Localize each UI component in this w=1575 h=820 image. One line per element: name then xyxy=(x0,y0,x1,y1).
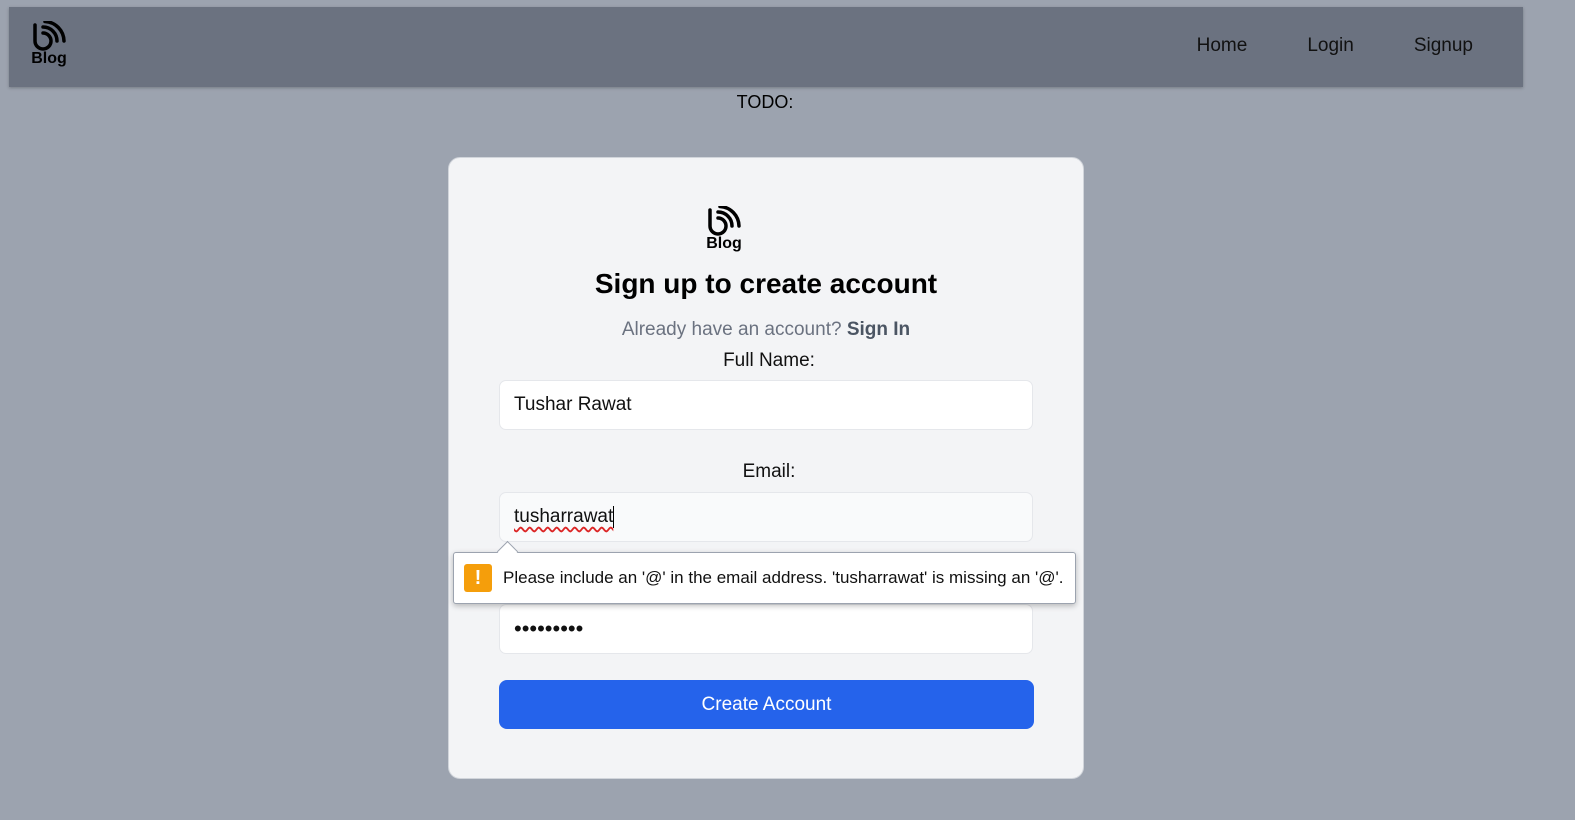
nav-home-link[interactable]: Home xyxy=(1197,35,1248,57)
password-value: ••••••••• xyxy=(514,616,584,641)
signin-prompt: Already have an account? Sign In xyxy=(449,319,1083,341)
full-name-input[interactable]: Tushar Rawat xyxy=(499,380,1033,430)
blog-logo-icon xyxy=(33,21,66,51)
full-name-label: Full Name: xyxy=(723,350,815,371)
top-navbar: Blog Home Login Signup xyxy=(9,7,1523,87)
signin-link[interactable]: Sign In xyxy=(847,319,910,340)
nav-signup-link[interactable]: Signup xyxy=(1414,35,1473,57)
email-validation-tooltip: ! Please include an '@' in the email add… xyxy=(453,540,1076,604)
warning-icon: ! xyxy=(464,564,492,592)
card-logo: Blog xyxy=(703,206,745,258)
full-name-value: Tushar Rawat xyxy=(514,394,632,415)
todo-text: TODO: xyxy=(736,92,794,112)
blog-logo[interactable]: Blog xyxy=(29,21,69,73)
card-logo-text: Blog xyxy=(706,235,742,252)
email-label: Email: xyxy=(742,461,796,482)
blog-logo-icon xyxy=(708,206,741,236)
nav-login-link[interactable]: Login xyxy=(1307,35,1354,57)
nav-links: Home Login Signup xyxy=(1137,35,1473,57)
validation-message: Please include an '@' in the email addre… xyxy=(503,568,1064,587)
page-title: Sign up to create account xyxy=(594,268,938,299)
text-caret xyxy=(613,506,615,528)
signup-card: Blog Sign up to create account Already h… xyxy=(448,157,1084,779)
create-account-button[interactable]: Create Account xyxy=(499,680,1034,729)
logo-text: Blog xyxy=(31,50,67,67)
signin-prompt-text: Already have an account? xyxy=(621,319,842,340)
email-input[interactable]: tusharrawat xyxy=(499,492,1033,542)
password-input[interactable]: ••••••••• xyxy=(499,604,1033,654)
email-value: tusharrawat xyxy=(514,506,614,527)
